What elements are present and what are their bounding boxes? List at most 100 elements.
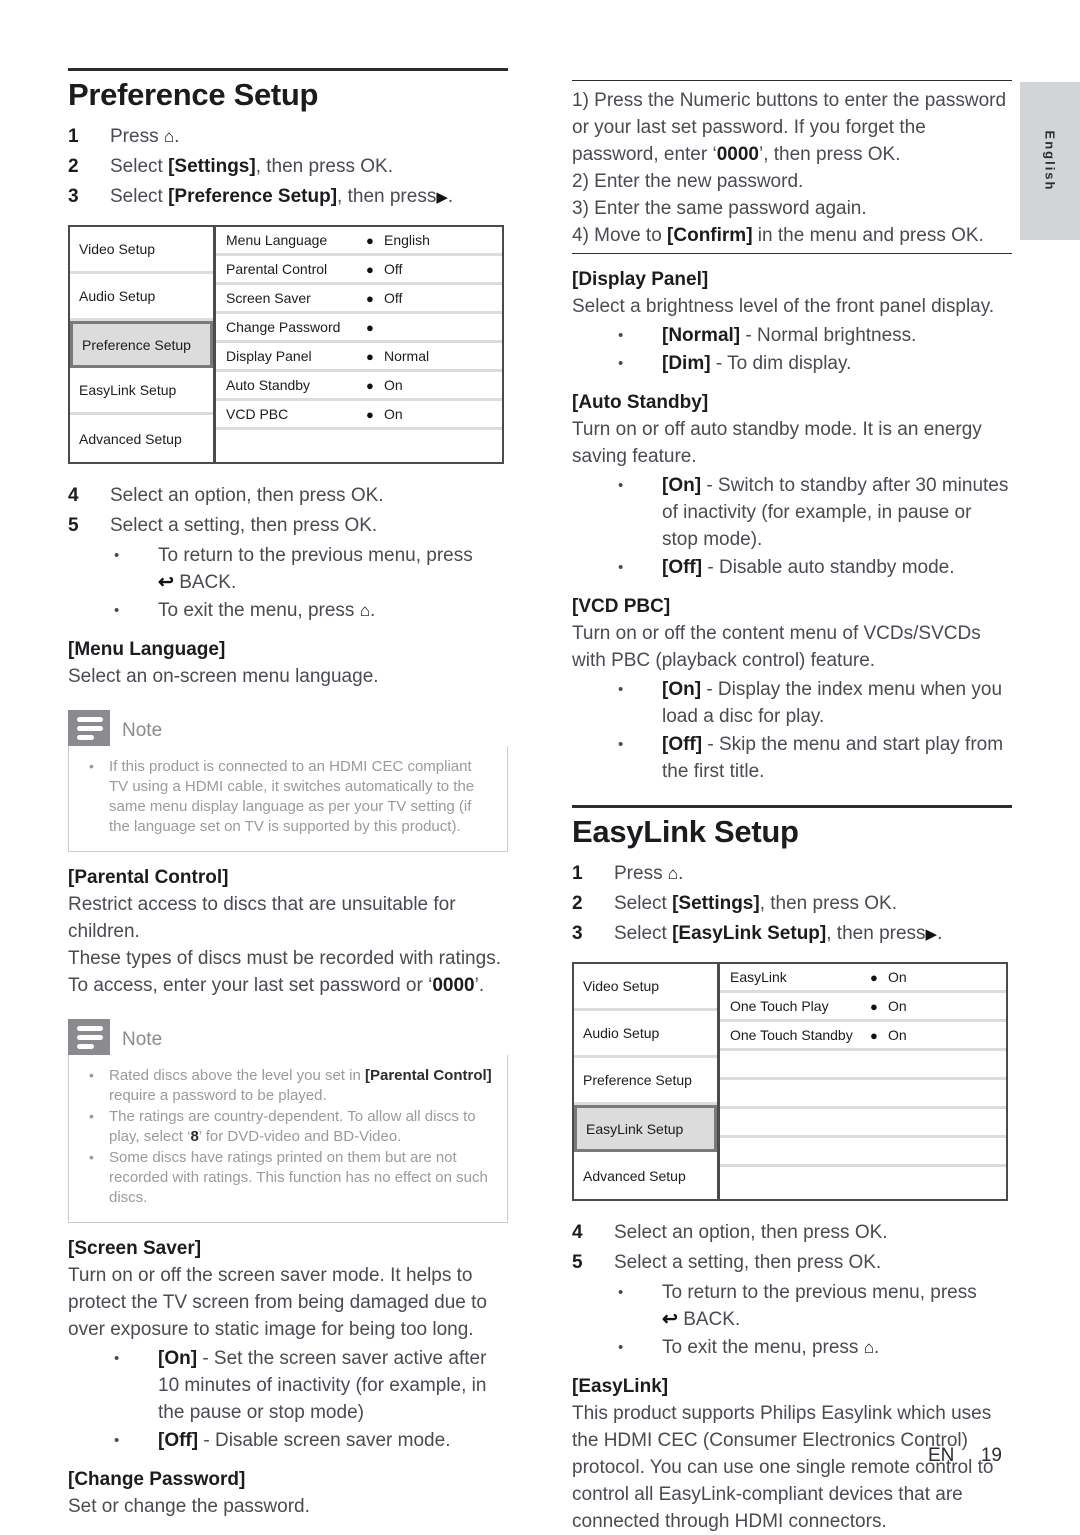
menu-option-label: VCD PBC [226, 406, 289, 422]
menu-option-value: English [384, 232, 430, 248]
default-password-value: 0000 [716, 144, 759, 165]
password-steps-box: 1) Press the Numeric buttons to enter th… [572, 80, 1012, 254]
bullet-dot-icon: ● [870, 1027, 878, 1043]
menu-option-label: One Touch Standby [730, 1027, 853, 1043]
menu-item-preference-setup[interactable]: Preference Setup [574, 1058, 717, 1105]
note-item: Rated discs above the level you set in [… [83, 1065, 493, 1106]
change-password-body: Set or change the password. [68, 1496, 310, 1517]
menu-option-label: Parental Control [226, 261, 328, 277]
step-text-pre: Press [614, 863, 668, 884]
step-text-pre: Press [110, 126, 164, 147]
note-item: Some discs have ratings printed on them … [83, 1147, 493, 1208]
menu-item-advanced-setup[interactable]: Advanced Setup [574, 1152, 717, 1199]
bullet-bold-token: [On] [158, 1348, 198, 1369]
menu-option-menu-language[interactable]: Menu Language ● English [216, 227, 502, 256]
step-text: Select [Settings], then press OK. [614, 890, 897, 917]
menu-item-label: Video Setup [583, 978, 660, 994]
menu-option-label: EasyLink [730, 969, 787, 985]
step-text: Select a setting, then press OK. [110, 515, 378, 536]
menu-item-label: Video Setup [79, 241, 156, 257]
right-arrow-icon: ▶ [436, 189, 448, 206]
easylink-steps-1-3: 1 Press ⌂. 2 Select [Settings], then pre… [572, 860, 1012, 948]
step-2: 2 Select [Settings], then press OK. [68, 153, 508, 180]
menu-option-value: On [888, 1027, 907, 1043]
language-tab-label: English [1042, 130, 1058, 192]
menu-option-one-touch-play[interactable]: One Touch Play ● On [720, 993, 1006, 1022]
bullet-bold-token: [Off] [662, 557, 703, 578]
password-step-4: 4) Move to [Confirm] in the menu and pre… [572, 222, 1012, 249]
manual-page: English Preference Setup 1 Press ⌂. 2 Se… [0, 0, 1080, 1532]
right-column: 1) Press the Numeric buttons to enter th… [572, 80, 1012, 1535]
step-text: Select [Preference Setup], then press▶. [110, 183, 453, 211]
step-number: 1 [68, 126, 79, 147]
menu-option-one-touch-standby[interactable]: One Touch Standby ● On [720, 1022, 1006, 1051]
menu-item-preference-setup[interactable]: Preference Setup [70, 321, 213, 368]
step-number: 2 [572, 893, 583, 914]
step-number: 3 [68, 186, 79, 207]
vcd-pbc-bullets: [On] - Display the index menu when you l… [572, 676, 1012, 785]
step-5: 5 Select a setting, then press OK. [572, 1249, 1012, 1276]
bullet-dot-icon: ● [366, 232, 374, 248]
bullet-dot-icon: ● [366, 261, 374, 277]
right-arrow-icon: ▶ [925, 926, 938, 943]
home-icon: ⌂ [359, 601, 370, 620]
bullet-exit-menu: To exit the menu, press ⌂. [68, 597, 508, 624]
home-icon: ⌂ [667, 864, 679, 883]
note-header: Note [68, 710, 508, 746]
step-text-post: , then press OK. [759, 893, 897, 914]
note-box-parental-control: Note Rated discs above the level you set… [68, 1019, 508, 1223]
note-box-menu-language: Note If this product is connected to an … [68, 710, 508, 852]
bullet-text: - Set the screen saver active after 10 m… [158, 1348, 487, 1423]
bullet-bold-token: [Dim] [662, 353, 711, 374]
step-number: 3 [572, 923, 583, 944]
menu-item-easylink-setup[interactable]: EasyLink Setup [70, 368, 213, 415]
step-bold-token: [EasyLink Setup] [672, 923, 827, 944]
menu-option-value: Off [384, 261, 403, 277]
menu-option-empty [216, 430, 502, 459]
back-arrow-icon: ↩ [662, 1309, 678, 1330]
step-text: Select an option, then press OK. [614, 1222, 888, 1243]
back-arrow-icon: ↩ [158, 572, 174, 593]
step-number: 5 [68, 515, 79, 536]
note-list: Rated discs above the level you set in [… [83, 1065, 493, 1208]
bullet-bold-token: [On] [662, 679, 702, 700]
screen-saver-bullets: [On] - Set the screen saver active after… [68, 1345, 508, 1454]
step-text: Press ⌂. [614, 860, 683, 887]
menu-option-value: On [384, 406, 403, 422]
menu-item-video-setup[interactable]: Video Setup [70, 227, 213, 274]
menu-option-value: On [888, 969, 907, 985]
bullet-text: To return to the previous menu, press [662, 1282, 977, 1303]
menu-item-advanced-setup[interactable]: Advanced Setup [70, 415, 213, 462]
menu-option-auto-standby[interactable]: Auto Standby ● On [216, 372, 502, 401]
display-panel-body: Select a brightness level of the front p… [572, 296, 995, 317]
password-step-post: ’, then press OK. [758, 144, 901, 165]
menu-language-heading: [Menu Language] [68, 639, 226, 660]
menu-option-easylink[interactable]: EasyLink ● On [720, 964, 1006, 993]
step-text-post: , then press [337, 186, 437, 207]
menu-option-label: Change Password [226, 319, 341, 335]
parental-control-line-1: Restrict access to discs that are unsuit… [68, 894, 456, 942]
step-5-bullets: To return to the previous menu, press ↩ B… [572, 1279, 1012, 1361]
step-text-pre: Select [614, 893, 673, 914]
menu-option-change-password[interactable]: Change Password ● [216, 314, 502, 343]
menu-item-audio-setup[interactable]: Audio Setup [70, 274, 213, 321]
change-password-heading: [Change Password] [68, 1469, 246, 1490]
menu-option-vcd-pbc[interactable]: VCD PBC ● On [216, 401, 502, 430]
bullet-text: - To dim display. [710, 353, 852, 374]
menu-item-audio-setup[interactable]: Audio Setup [574, 1011, 717, 1058]
menu-item-label: EasyLink Setup [586, 1120, 684, 1137]
step-text-post: , then press [826, 923, 926, 944]
menu-item-easylink-setup[interactable]: EasyLink Setup [574, 1105, 717, 1152]
menu-item-label: Preference Setup [583, 1072, 692, 1088]
menu-option-screen-saver[interactable]: Screen Saver ● Off [216, 285, 502, 314]
menu-option-parental-control[interactable]: Parental Control ● Off [216, 256, 502, 285]
menu-option-display-panel[interactable]: Display Panel ● Normal [216, 343, 502, 372]
bullet-display-normal: [Normal] - Normal brightness. [572, 322, 1012, 349]
bullet-screen-saver-on: [On] - Set the screen saver active after… [68, 1345, 508, 1426]
preference-setup-menu-screenshot: Video Setup Audio Setup Preference Setup… [68, 225, 504, 464]
password-step-3: 3) Enter the same password again. [572, 198, 867, 219]
menu-item-label: Preference Setup [82, 336, 191, 353]
easylink-setup-title: EasyLink Setup [572, 814, 799, 849]
menu-item-video-setup[interactable]: Video Setup [574, 964, 717, 1011]
bullet-vcd-pbc-on: [On] - Display the index menu when you l… [572, 676, 1012, 730]
